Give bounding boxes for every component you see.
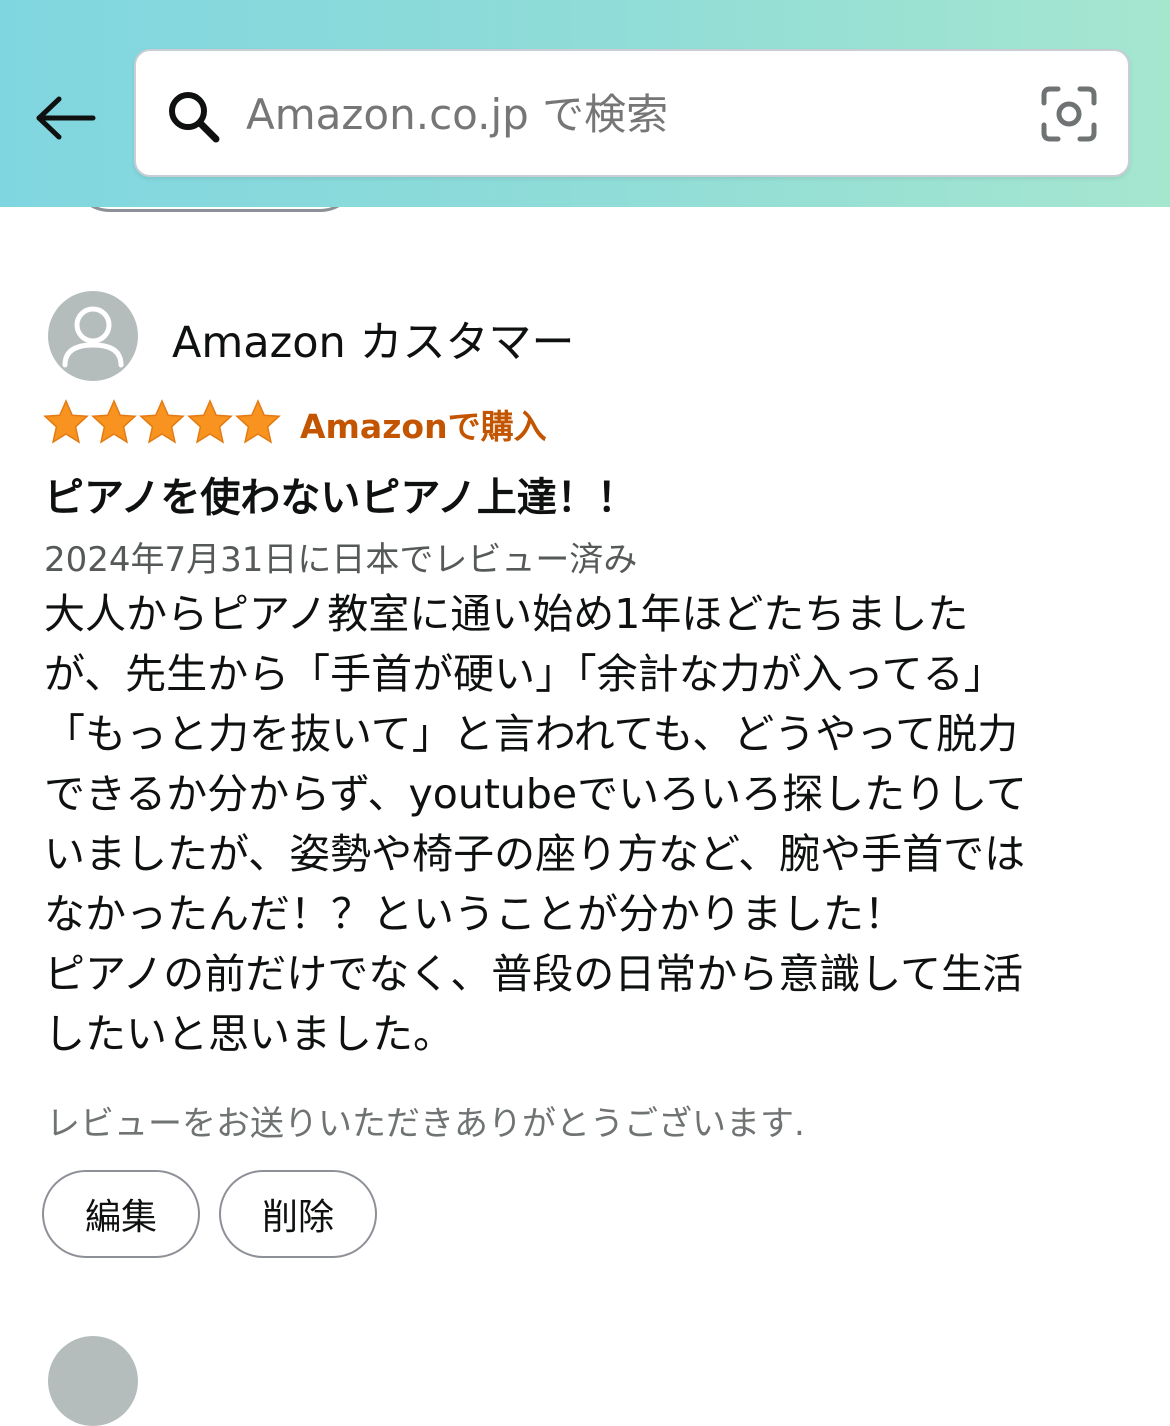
search-bar[interactable] bbox=[134, 49, 1130, 177]
star-icon bbox=[43, 399, 89, 444]
star-icon bbox=[139, 399, 185, 444]
review-body-line: できるか分からず、youtubeでいろいろ探したりして bbox=[44, 770, 1027, 818]
arrow-left-icon bbox=[36, 96, 96, 140]
thanks-message: レビューをお送りいただきありがとうございます. bbox=[46, 1104, 805, 1144]
header bbox=[0, 0, 1170, 207]
avatar bbox=[48, 291, 138, 381]
reviewer-name: Amazon カスタマー bbox=[172, 318, 575, 368]
search-input[interactable] bbox=[246, 75, 1006, 153]
review-body: 大人からピアノ教室に通い始め1年ほどたちました が、先生から「手首が硬い」「余計… bbox=[44, 584, 1144, 1064]
review-date: 2024年7月31日に日本でレビュー済み bbox=[44, 540, 638, 580]
review-body-line: したいと思いました。 bbox=[44, 1010, 454, 1058]
review-title: ピアノを使わないピアノ上達！！ bbox=[44, 475, 637, 521]
review-body-line: 「もっと力を抜いて」と言われても、どうやって脱力 bbox=[44, 710, 1019, 758]
edit-button[interactable]: 編集 bbox=[42, 1170, 200, 1258]
review-body-line: いましたが、姿勢や椅子の座り方など、腕や手首では bbox=[44, 830, 1026, 878]
star-rating bbox=[42, 398, 282, 448]
review-body-line: が、先生から「手首が硬い」「余計な力が入ってる」 bbox=[44, 650, 1005, 698]
search-icon[interactable] bbox=[166, 89, 222, 145]
delete-button[interactable]: 削除 bbox=[219, 1170, 377, 1258]
review-body-line: ピアノの前だけでなく、普段の日常から意識して生活 bbox=[44, 950, 1024, 998]
star-icon bbox=[235, 399, 281, 444]
camera-scan-icon[interactable] bbox=[1040, 85, 1098, 143]
back-button[interactable] bbox=[28, 86, 104, 150]
star-icon bbox=[187, 399, 233, 444]
star-icon bbox=[91, 399, 137, 444]
next-review-avatar bbox=[48, 1336, 138, 1426]
review-body-line: なかったんだ！？ということが分かりました！ bbox=[44, 890, 905, 938]
verified-purchase-badge: Amazonで購入 bbox=[300, 407, 547, 446]
user-avatar-icon bbox=[62, 306, 124, 368]
review-body-line: 大人からピアノ教室に通い始め1年ほどたちました bbox=[44, 590, 969, 638]
